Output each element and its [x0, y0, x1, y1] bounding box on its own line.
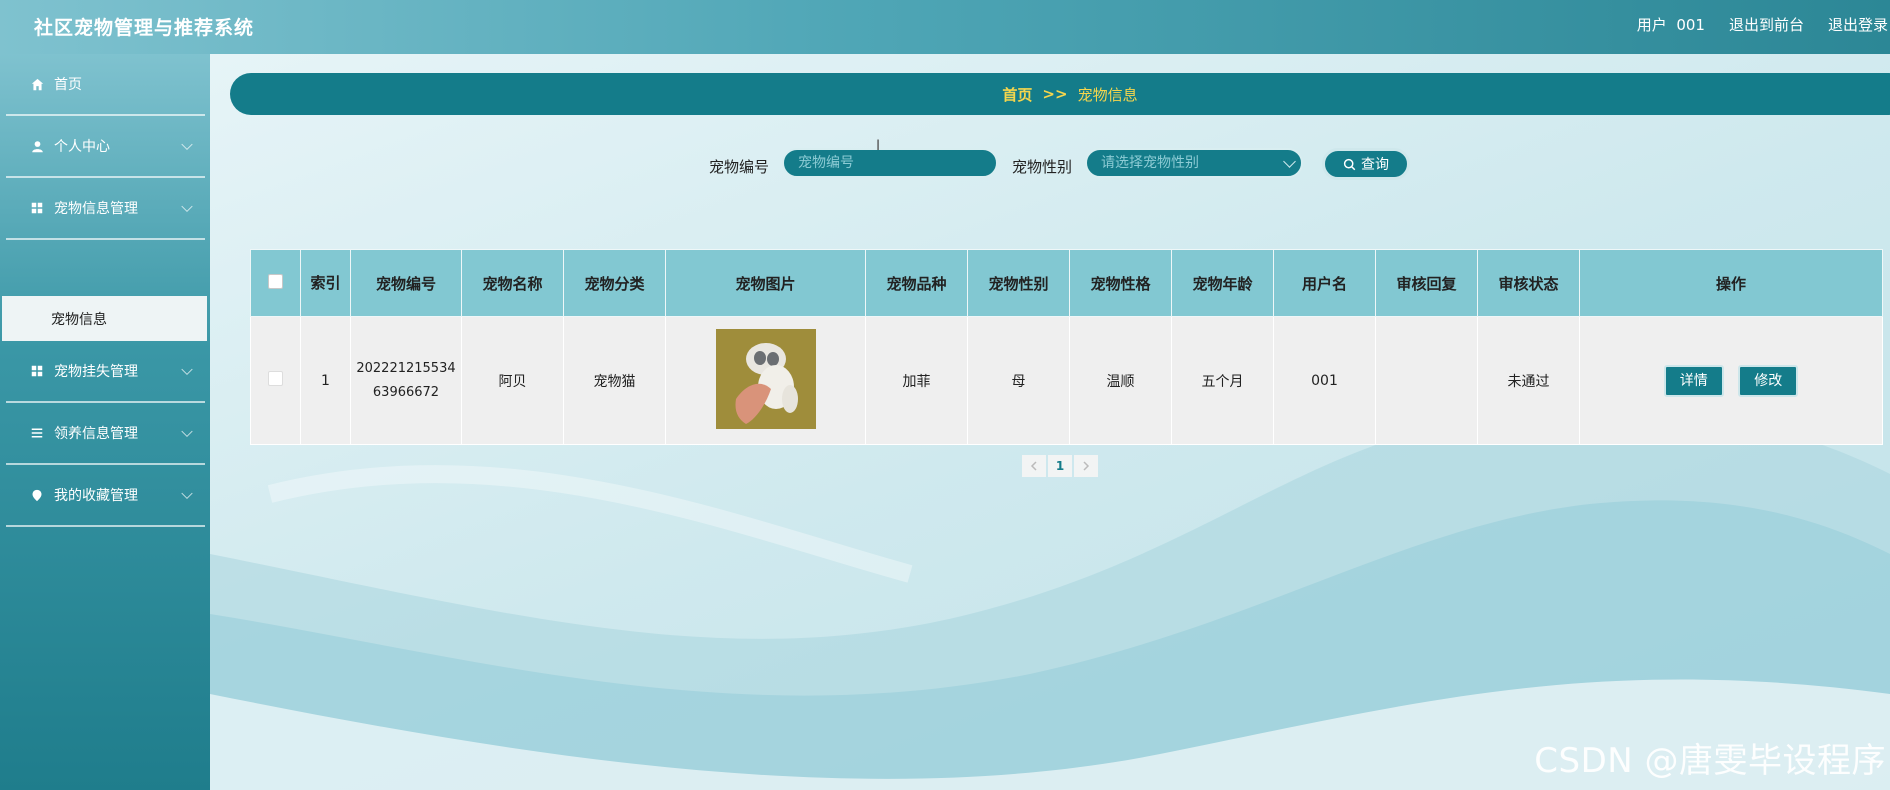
- sidebar-subitem-pet-info[interactable]: 宠物信息: [2, 296, 207, 341]
- grid-icon: [30, 201, 44, 215]
- list-icon: [30, 426, 44, 440]
- cell-pet-image: [665, 316, 866, 445]
- chevron-down-icon: [181, 425, 193, 438]
- text-cursor-icon: I: [876, 138, 881, 154]
- top-header: 社区宠物管理与推荐系统 用户 001 退出到前台 退出登录: [0, 0, 1890, 54]
- pet-info-table: 索引 宠物编号 宠物名称 宠物分类 宠物图片 宠物品种 宠物性别 宠物性格 宠物…: [250, 249, 1883, 445]
- next-page-button[interactable]: [1074, 455, 1098, 477]
- cell-pet-age: 五个月: [1171, 316, 1274, 445]
- chevron-down-icon: [181, 200, 193, 213]
- sidebar-item-label: 宠物信息管理: [54, 201, 138, 217]
- chevron-left-icon: [1030, 461, 1037, 471]
- table-row: 1 202221215534 63966672 阿贝 宠物猫 加菲 母 温顺 五…: [250, 316, 1883, 445]
- pet-gender-select[interactable]: 请选择宠物性别: [1085, 148, 1303, 178]
- cell-username: 001: [1273, 316, 1376, 445]
- pet-gender-label: 宠物性别: [1012, 158, 1073, 176]
- watermark: CSDN @唐雯毕设程序: [1534, 741, 1886, 781]
- column-header: 宠物性格: [1069, 249, 1172, 317]
- header-actions: 用户 001 退出到前台 退出登录: [1637, 14, 1890, 35]
- select-all-cell[interactable]: [250, 249, 301, 317]
- username: 001: [1676, 16, 1705, 34]
- cell-pet-id-line2: 63966672: [372, 384, 440, 400]
- sidebar-item-home[interactable]: 首页: [6, 54, 205, 116]
- column-header: 索引: [300, 249, 351, 317]
- column-header: 宠物图片: [665, 249, 866, 317]
- chevron-down-icon: [181, 363, 193, 376]
- user-label: 用户: [1636, 16, 1667, 34]
- sidebar-item-adoption-management[interactable]: 领养信息管理: [6, 403, 205, 465]
- chevron-down-icon: [181, 487, 193, 500]
- detail-button[interactable]: 详情: [1663, 364, 1724, 397]
- column-header: 审核回复: [1375, 249, 1478, 317]
- cell-pet-id: 202221215534 63966672: [350, 316, 462, 445]
- back-to-front-link[interactable]: 退出到前台: [1729, 14, 1804, 35]
- cell-pet-category: 宠物猫: [563, 316, 666, 445]
- query-button[interactable]: 查询: [1322, 148, 1410, 180]
- edit-button[interactable]: 修改: [1738, 364, 1799, 397]
- column-header: 宠物年龄: [1171, 249, 1274, 317]
- search-bar: 宠物编号 宠物性别 请选择宠物性别 查询: [0, 148, 1890, 180]
- row-select-cell[interactable]: [250, 316, 301, 445]
- chevron-down-icon: [1283, 155, 1296, 168]
- breadcrumb: 首页 >> 宠物信息: [230, 73, 1890, 115]
- pagination: 1: [1022, 455, 1098, 477]
- pin-icon: [30, 488, 44, 502]
- sidebar-item-pet-info-management[interactable]: 宠物信息管理: [6, 178, 205, 240]
- column-header: 操作: [1579, 249, 1883, 317]
- sidebar-item-label: 我的收藏管理: [54, 488, 138, 504]
- sidebar-item-favorites-management[interactable]: 我的收藏管理: [6, 465, 205, 527]
- cell-index: 1: [300, 316, 351, 445]
- cell-pet-gender: 母: [967, 316, 1070, 445]
- column-header: 用户名: [1273, 249, 1376, 317]
- cell-pet-name: 阿贝: [461, 316, 564, 445]
- logout-link[interactable]: 退出登录: [1828, 14, 1888, 35]
- column-header: 宠物编号: [350, 249, 462, 317]
- query-button-label: 查询: [1361, 157, 1389, 173]
- prev-page-button[interactable]: [1022, 455, 1046, 477]
- row-checkbox[interactable]: [268, 371, 283, 386]
- cell-pet-breed: 加菲: [865, 316, 968, 445]
- cell-pet-id-line1: 202221215534: [356, 360, 456, 376]
- column-header: 宠物品种: [865, 249, 968, 317]
- page-number[interactable]: 1: [1048, 455, 1072, 477]
- app-title: 社区宠物管理与推荐系统: [34, 17, 255, 39]
- sidebar-item-label: 宠物挂失管理: [54, 364, 138, 380]
- cell-review-reply: [1375, 316, 1478, 445]
- chevron-right-icon: [1083, 461, 1090, 471]
- column-header: 宠物名称: [461, 249, 564, 317]
- breadcrumb-current: 宠物信息: [1077, 85, 1138, 104]
- sidebar-item-label: 首页: [54, 77, 82, 93]
- table-header-row: 索引 宠物编号 宠物名称 宠物分类 宠物图片 宠物品种 宠物性别 宠物性格 宠物…: [250, 249, 1883, 317]
- breadcrumb-separator: >>: [1042, 85, 1068, 103]
- home-icon: [30, 77, 44, 91]
- column-header: 审核状态: [1477, 249, 1580, 317]
- breadcrumb-home[interactable]: 首页: [1002, 84, 1032, 105]
- select-all-checkbox[interactable]: [268, 273, 283, 289]
- sidebar-item-pet-lost-management[interactable]: 宠物挂失管理: [6, 341, 205, 403]
- search-icon: [1343, 158, 1356, 170]
- column-header: 宠物性别: [967, 249, 1070, 317]
- pet-gender-placeholder: 请选择宠物性别: [1101, 155, 1199, 171]
- user-info: 用户 001: [1637, 14, 1705, 35]
- pet-id-label: 宠物编号: [709, 158, 770, 176]
- cell-pet-temperament: 温顺: [1069, 316, 1172, 445]
- sidebar-item-label: 领养信息管理: [54, 426, 138, 442]
- column-header: 宠物分类: [563, 249, 666, 317]
- pet-photo: [715, 328, 816, 429]
- pet-id-input[interactable]: [782, 148, 998, 178]
- cell-review-status: 未通过: [1477, 316, 1580, 445]
- grid-icon: [30, 364, 44, 378]
- cell-actions: 详情 修改: [1579, 316, 1883, 445]
